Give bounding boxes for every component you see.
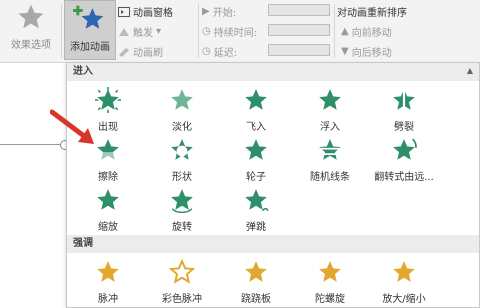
clock-icon: ◷ bbox=[202, 26, 211, 37]
star-teeter-icon bbox=[243, 259, 269, 288]
arrow-up-icon: ▲ bbox=[341, 26, 349, 37]
star-pulse-icon bbox=[95, 259, 121, 288]
animation-option-entrance-8[interactable]: 随机线条 bbox=[293, 137, 367, 183]
chevron-down-icon: ▾ bbox=[156, 26, 162, 37]
animation-option-label: 擦除 bbox=[98, 172, 118, 183]
animation-option-label: 形状 bbox=[172, 172, 192, 183]
star-spin-icon bbox=[317, 259, 343, 288]
animation-option-entrance-7[interactable]: 轮子 bbox=[219, 137, 293, 183]
animation-pane-button[interactable]: 动画窗格 bbox=[118, 4, 173, 19]
animation-option-label: 弹跳 bbox=[246, 222, 266, 233]
duration-label: ◷ 持续时间: bbox=[202, 26, 258, 39]
animation-option-entrance-1[interactable]: 淡化 bbox=[145, 87, 219, 133]
star-grow-turn-icon bbox=[391, 137, 417, 166]
red-arrow-annotation-icon bbox=[50, 109, 94, 144]
star-fade-icon bbox=[169, 87, 195, 116]
add-animation-button[interactable]: 添加动画 bbox=[64, 0, 116, 60]
animation-option-emphasis-3[interactable]: 陀螺旋 bbox=[293, 259, 367, 305]
animation-option-label: 旋转 bbox=[172, 222, 192, 233]
star-bounce-icon bbox=[243, 187, 269, 216]
star-split-icon bbox=[391, 87, 417, 116]
animation-option-entrance-6[interactable]: 形状 bbox=[145, 137, 219, 183]
move-later-button[interactable]: ▼ 向后移动 bbox=[341, 44, 392, 59]
ribbon-divider bbox=[334, 4, 335, 58]
animation-option-label: 彩色脉冲 bbox=[162, 294, 202, 305]
animation-painter-button[interactable]: 动画刷 bbox=[118, 44, 163, 59]
slide-canvas[interactable] bbox=[0, 70, 70, 308]
animation-pane-icon bbox=[118, 6, 130, 17]
animation-option-entrance-2[interactable]: 飞入 bbox=[219, 87, 293, 133]
animation-option-label: 飞入 bbox=[246, 122, 266, 133]
star-wheel-icon bbox=[243, 137, 269, 166]
star-wipe-icon bbox=[95, 137, 121, 166]
ribbon-divider bbox=[198, 4, 199, 58]
reorder-title: 对动画重新排序 bbox=[337, 8, 407, 19]
effect-options-label: 效果选项 bbox=[11, 40, 51, 51]
animation-option-entrance-4[interactable]: 劈裂 bbox=[367, 87, 441, 133]
duration-input[interactable] bbox=[268, 24, 330, 36]
painter-brush-icon bbox=[119, 47, 129, 57]
animation-option-label: 轮子 bbox=[246, 172, 266, 183]
star-fly-in-icon bbox=[243, 87, 269, 116]
add-star-icon bbox=[73, 5, 104, 29]
star-float-in-icon bbox=[317, 87, 343, 116]
star-color-pulse-icon bbox=[168, 258, 196, 288]
delay-input[interactable] bbox=[268, 44, 330, 56]
animation-option-label: 翻转式由远... bbox=[374, 172, 434, 183]
animation-option-label: 浮入 bbox=[320, 122, 340, 133]
animation-option-label: 随机线条 bbox=[310, 172, 350, 183]
start-label: ▶ 开始: bbox=[202, 6, 237, 19]
delay-clock-icon: ◷ bbox=[202, 46, 211, 57]
star-icon bbox=[18, 4, 44, 29]
animation-option-entrance-3[interactable]: 浮入 bbox=[293, 87, 367, 133]
animation-option-label: 陀螺旋 bbox=[315, 294, 345, 305]
animation-option-label: 缩放 bbox=[98, 222, 118, 233]
star-burst-icon bbox=[95, 87, 121, 116]
animation-option-emphasis-4[interactable]: 放大/缩小 bbox=[367, 259, 441, 305]
gallery-scroll-up[interactable]: ▲ bbox=[465, 66, 475, 76]
animation-option-label: 放大/缩小 bbox=[382, 294, 426, 305]
play-icon: ▶ bbox=[202, 6, 210, 17]
star-grow-shrink-icon bbox=[391, 259, 417, 288]
animation-option-label: 劈裂 bbox=[394, 122, 414, 133]
animation-option-label: 淡化 bbox=[172, 122, 192, 133]
animation-option-emphasis-2[interactable]: 跷跷板 bbox=[219, 259, 293, 305]
animation-option-entrance-11[interactable]: 旋转 bbox=[145, 187, 219, 233]
animation-option-emphasis-1[interactable]: 彩色脉冲 bbox=[145, 258, 219, 305]
effect-options-button[interactable]: 效果选项 bbox=[2, 2, 60, 58]
animation-option-label: 脉冲 bbox=[98, 294, 118, 305]
emphasis-section-header: 强调 bbox=[67, 235, 479, 253]
animation-option-label: 跷跷板 bbox=[241, 294, 271, 305]
animation-option-label: 出现 bbox=[98, 122, 118, 133]
trigger-button[interactable]: 触发 ▾ bbox=[118, 24, 161, 39]
entrance-section-header: 进入 bbox=[67, 63, 479, 81]
trigger-icon bbox=[119, 27, 129, 36]
animation-option-emphasis-0[interactable]: 脉冲 bbox=[71, 259, 145, 305]
star-zoom-icon bbox=[95, 187, 121, 216]
animation-option-entrance-9[interactable]: 翻转式由远... bbox=[367, 137, 441, 183]
star-random-bars-icon bbox=[317, 137, 343, 166]
arrow-down-icon: ▼ bbox=[341, 46, 349, 57]
delay-label: ◷ 延迟: bbox=[202, 46, 238, 59]
move-earlier-button[interactable]: ▲ 向前移动 bbox=[341, 24, 392, 39]
animation-option-entrance-12[interactable]: 弹跳 bbox=[219, 187, 293, 233]
animation-option-entrance-10[interactable]: 缩放 bbox=[71, 187, 145, 233]
star-shape-icon bbox=[169, 137, 195, 166]
ribbon-divider bbox=[61, 4, 62, 58]
animations-ribbon: 效果选项 添加动画 动画窗格 触发 ▾ 动画刷 ▶ 开始: ◷ 持续时间: ◷ … bbox=[0, 0, 480, 63]
star-swivel-icon bbox=[169, 187, 195, 216]
animation-gallery: 进入 ▲ 出现 淡化 飞入 浮入 劈裂 擦除 形状 轮子 随机线条 翻转式由远... 缩放 旋转 弹跳 … bbox=[66, 62, 480, 308]
add-animation-label: 添加动画 bbox=[70, 42, 110, 53]
start-select[interactable] bbox=[268, 4, 330, 16]
